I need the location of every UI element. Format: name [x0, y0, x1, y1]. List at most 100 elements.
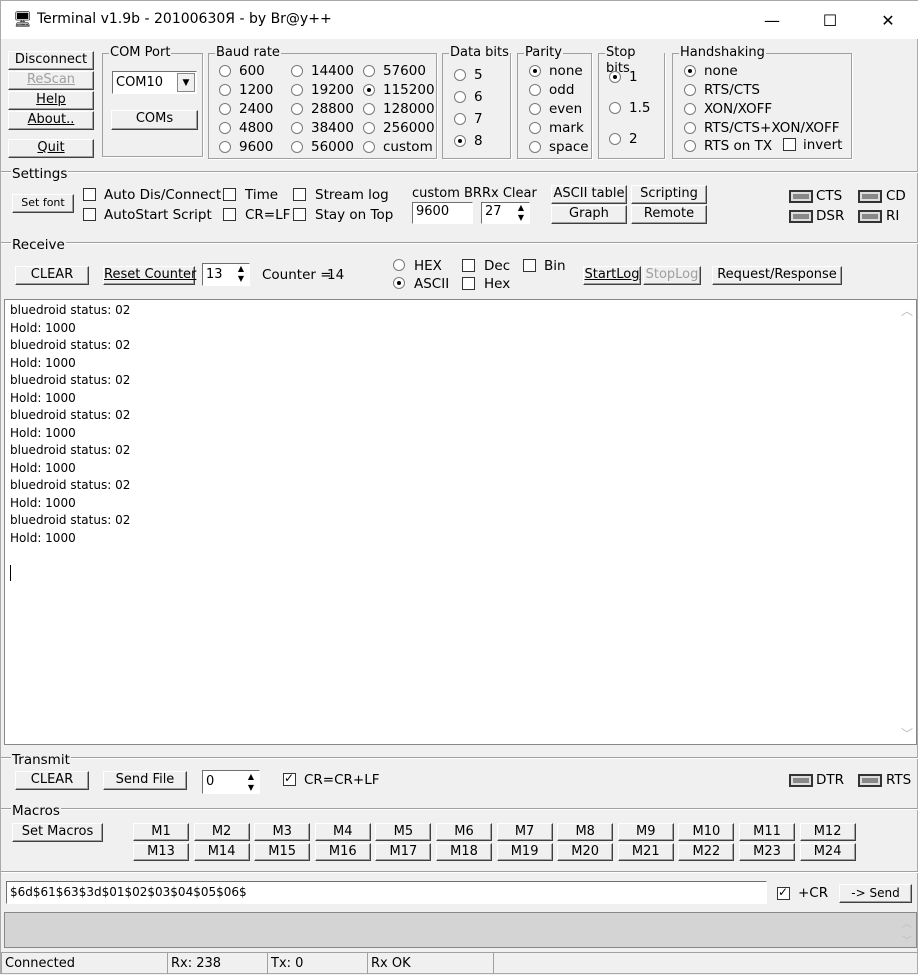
baudRate-radio-56000[interactable] — [291, 141, 303, 153]
macro-button-m24[interactable]: M24 — [799, 843, 856, 861]
parity-radio-space[interactable] — [529, 141, 541, 153]
rescan-button[interactable]: ReScan — [8, 71, 94, 90]
time-checkbox[interactable] — [223, 188, 236, 201]
bin-checkbox[interactable] — [523, 259, 536, 272]
receive-terminal[interactable]: bluedroid status: 02 Hold: 1000 bluedroid … — [4, 299, 917, 745]
cr-crlf-checkbox[interactable] — [283, 771, 296, 786]
ascii-radio[interactable] — [393, 277, 405, 289]
macro-button-m18[interactable]: M18 — [436, 843, 492, 861]
baudRate-radio-19200[interactable] — [291, 84, 303, 96]
spinner-arrows-icon[interactable]: ▲ ▼ — [234, 264, 248, 285]
dataBits-radio-5[interactable] — [454, 69, 466, 81]
about-button[interactable]: About.. — [8, 111, 94, 130]
plus-cr-checkbox[interactable] — [777, 885, 790, 900]
handshaking-radio-rts-cts[interactable] — [684, 84, 696, 96]
macro-button-m20[interactable]: M20 — [557, 843, 614, 861]
ascii-table-button[interactable]: ASCII table — [551, 185, 627, 204]
scroll-up-icon[interactable]: ︿ — [901, 302, 913, 319]
auto-dis-connect-checkbox[interactable] — [83, 188, 96, 201]
minimize-button[interactable]: — — [743, 1, 801, 39]
spinner-arrows-icon[interactable]: ▲ ▼ — [514, 203, 528, 223]
macro-button-m10[interactable]: M10 — [678, 823, 735, 841]
reset-counter-button[interactable]: Reset Counter — [103, 266, 196, 285]
receive-clear-button[interactable]: CLEAR — [15, 266, 89, 285]
parity-radio-even[interactable] — [529, 103, 541, 115]
help-button[interactable]: Help — [8, 91, 94, 110]
handshaking-radio-rts-cts-xon-xoff[interactable] — [684, 122, 696, 134]
coms-button[interactable]: COMs — [111, 110, 198, 130]
scripting-button[interactable]: Scripting — [631, 185, 707, 204]
baudRate-radio-custom[interactable] — [363, 141, 375, 153]
macro-button-m16[interactable]: M16 — [314, 843, 371, 861]
stay-on-top-checkbox[interactable] — [293, 208, 306, 221]
transmit-history-area[interactable]: ︿ ﹀ — [4, 912, 917, 948]
close-button[interactable]: ✕ — [859, 1, 917, 39]
maximize-button[interactable]: ☐ — [801, 1, 859, 39]
macro-button-m23[interactable]: M23 — [739, 843, 795, 861]
scroll-down-icon[interactable]: ﹀ — [901, 725, 913, 742]
baudRate-radio-9600[interactable] — [219, 141, 231, 153]
baudRate-radio-128000[interactable] — [363, 103, 375, 115]
hex-checkbox[interactable] — [462, 277, 475, 290]
set-font-button[interactable]: Set font — [12, 194, 74, 213]
macro-button-m4[interactable]: M4 — [314, 823, 371, 841]
dataBits-radio-6[interactable] — [454, 91, 466, 103]
baudRate-radio-115200[interactable] — [363, 84, 375, 96]
rts-led-icon[interactable] — [858, 774, 882, 787]
hex-radio[interactable] — [393, 259, 405, 271]
macro-button-m12[interactable]: M12 — [799, 823, 856, 841]
macro-button-m11[interactable]: M11 — [739, 823, 795, 841]
stop-log-button[interactable]: StopLog — [643, 266, 701, 285]
start-log-button[interactable]: StartLog — [583, 266, 641, 285]
com-port-select[interactable]: COM10 ▼ — [112, 71, 197, 94]
macro-button-m14[interactable]: M14 — [193, 843, 250, 861]
transmit-clear-button[interactable]: CLEAR — [15, 771, 89, 790]
invert-checkbox[interactable] — [783, 138, 796, 151]
transmit-spinner[interactable]: 0 ▲ ▼ — [202, 770, 260, 794]
baudRate-radio-28800[interactable] — [291, 103, 303, 115]
parity-radio-none[interactable] — [529, 65, 541, 77]
macro-button-m15[interactable]: M15 — [254, 843, 311, 861]
quit-button[interactable]: Quit — [8, 139, 94, 158]
request-response-button[interactable]: Request/Response — [712, 266, 842, 285]
baudRate-radio-2400[interactable] — [219, 103, 231, 115]
set-macros-button[interactable]: Set Macros — [12, 823, 103, 842]
baudRate-radio-38400[interactable] — [291, 122, 303, 134]
chevron-down-icon[interactable]: ▼ — [177, 73, 195, 92]
baudRate-radio-1200[interactable] — [219, 84, 231, 96]
dtr-led-icon[interactable] — [789, 774, 813, 787]
send-button[interactable]: -> Send — [839, 884, 912, 903]
baudRate-radio-4800[interactable] — [219, 122, 231, 134]
macro-button-m6[interactable]: M6 — [436, 823, 492, 841]
baudRate-radio-57600[interactable] — [363, 65, 375, 77]
macro-button-m17[interactable]: M17 — [375, 843, 432, 861]
dec-checkbox[interactable] — [462, 259, 475, 272]
macro-button-m13[interactable]: M13 — [133, 843, 189, 861]
macro-button-m3[interactable]: M3 — [254, 823, 311, 841]
stopBits-radio-1[interactable] — [609, 71, 621, 83]
handshaking-radio-none[interactable] — [684, 65, 696, 77]
macro-button-m21[interactable]: M21 — [617, 843, 674, 861]
baudRate-radio-600[interactable] — [219, 65, 231, 77]
macro-button-m8[interactable]: M8 — [557, 823, 614, 841]
parity-radio-odd[interactable] — [529, 84, 541, 96]
handshaking-radio-xon-xoff[interactable] — [684, 103, 696, 115]
macro-button-m2[interactable]: M2 — [193, 823, 250, 841]
rx-clear-input[interactable]: 27 ▲ ▼ — [481, 202, 530, 224]
parity-radio-mark[interactable] — [529, 122, 541, 134]
macro-button-m7[interactable]: M7 — [496, 823, 553, 841]
stopBits-radio-1-5[interactable] — [609, 102, 621, 114]
baudRate-radio-14400[interactable] — [291, 65, 303, 77]
stopBits-radio-2[interactable] — [609, 133, 621, 145]
counter-spinner[interactable]: 13 ▲ ▼ — [202, 263, 250, 286]
scroll-up-icon[interactable]: ︿ — [902, 915, 912, 930]
autostart-script-checkbox[interactable] — [83, 208, 96, 221]
dataBits-radio-8[interactable] — [454, 135, 466, 147]
macro-button-m5[interactable]: M5 — [375, 823, 432, 841]
spinner-arrows-icon[interactable]: ▲ ▼ — [244, 771, 258, 793]
send-file-button[interactable]: Send File — [103, 771, 187, 790]
handshaking-radio-rts-on-tx[interactable] — [684, 140, 696, 152]
graph-button[interactable]: Graph — [551, 205, 627, 224]
scroll-down-icon[interactable]: ﹀ — [902, 932, 912, 947]
crlf-checkbox[interactable] — [223, 208, 236, 221]
